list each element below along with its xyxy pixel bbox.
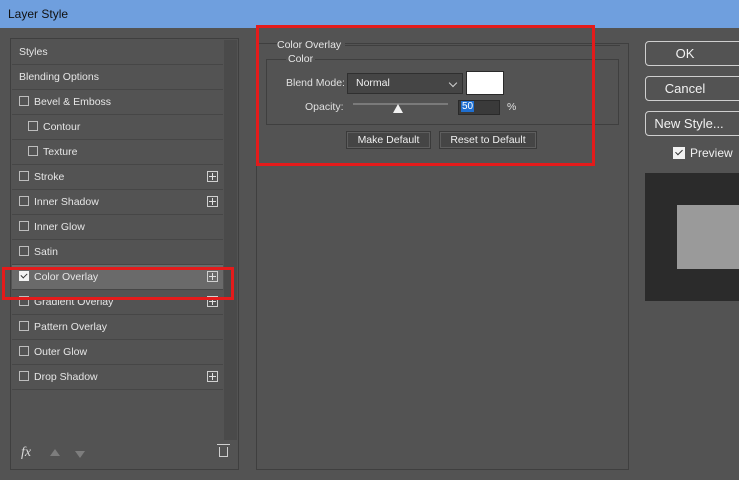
fx-icon[interactable]: fx [21,445,31,461]
style-item-bevel-emboss[interactable]: Bevel & Emboss [12,90,223,115]
style-item-outer-glow[interactable]: Outer Glow [12,340,223,365]
style-item-checkbox[interactable] [19,321,29,332]
opacity-slider-thumb[interactable] [392,104,403,113]
style-item-pattern-overlay[interactable]: Pattern Overlay [12,315,223,340]
style-item-label: Blending Options [19,71,99,83]
style-item-label: Contour [43,121,81,133]
opacity-input[interactable]: 50 [458,100,500,115]
overlay-color-swatch[interactable] [466,71,504,95]
blend-mode-select[interactable]: Normal [347,73,463,94]
preview-label: Preview [690,146,733,160]
style-item-label: Inner Shadow [34,196,99,208]
styles-list-scrollbar[interactable] [224,40,237,440]
style-item-inner-glow[interactable]: Inner Glow [12,215,223,240]
style-item-label: Texture [43,146,78,158]
style-item-color-overlay[interactable]: Color Overlay [12,265,223,290]
opacity-value: 50 [461,101,475,112]
style-item-label: Stroke [34,171,65,183]
styles-list-panel: Styles Blending Options Bevel & Emboss Cont… [10,38,239,470]
add-effect-icon[interactable] [207,171,218,182]
styles-list-footer: fx [12,441,236,465]
style-item-checkbox[interactable] [19,371,29,382]
cancel-label: Cancel [664,81,706,96]
group-divider [340,45,620,46]
chevron-down-icon [448,78,458,88]
window-title: Layer Style [0,0,739,28]
blend-mode-label: Blend Mode: [286,77,345,89]
trash-icon[interactable] [217,444,230,457]
blend-mode-value: Normal [356,77,390,89]
move-up-icon[interactable] [50,449,60,456]
style-item-label: Outer Glow [34,346,88,358]
style-item-label: Bevel & Emboss [34,96,112,108]
style-item-label: Gradient Overlay [34,296,114,308]
style-item-label: Satin [34,246,58,258]
style-item-drop-shadow[interactable]: Drop Shadow [12,365,223,390]
style-item-checkbox[interactable] [19,271,29,282]
new-style-label: New Style... [654,116,724,131]
reset-to-default-button[interactable]: Reset to Default [439,131,537,149]
cancel-button[interactable]: Cancel [645,76,739,101]
style-item-checkbox[interactable] [19,221,29,232]
style-item-label: Pattern Overlay [34,321,107,333]
opacity-label: Opacity: [305,101,344,113]
style-item-label: Color Overlay [34,271,99,283]
style-item-satin[interactable]: Satin [12,240,223,265]
style-item-gradient-overlay[interactable]: Gradient Overlay [12,290,223,315]
add-effect-icon[interactable] [207,296,218,307]
style-item-stroke[interactable]: Stroke [12,165,223,190]
style-item-label: Inner Glow [34,221,85,233]
add-effect-icon[interactable] [207,371,218,382]
color-overlay-group-title: Color Overlay [277,39,346,51]
style-item-checkbox[interactable] [19,171,29,182]
style-item-label: Drop Shadow [34,371,98,383]
color-subgroup-title: Color [286,53,316,65]
style-item-styles[interactable]: Styles [12,40,223,65]
add-effect-icon[interactable] [207,271,218,282]
style-item-blending-options[interactable]: Blending Options [12,65,223,90]
style-item-checkbox[interactable] [19,246,29,257]
style-item-contour[interactable]: Contour [12,115,223,140]
styles-list: Styles Blending Options Bevel & Emboss Cont… [12,40,223,390]
add-effect-icon[interactable] [207,196,218,207]
style-item-checkbox[interactable] [19,346,29,357]
style-item-texture[interactable]: Texture [12,140,223,165]
ok-button[interactable]: OK [645,41,739,66]
style-item-inner-shadow[interactable]: Inner Shadow [12,190,223,215]
make-default-button[interactable]: Make Default [346,131,431,149]
style-item-checkbox[interactable] [19,296,29,307]
style-item-checkbox[interactable] [28,121,38,132]
ok-label: OK [675,46,695,61]
style-item-checkbox[interactable] [19,96,29,107]
new-style-button[interactable]: New Style... [645,111,739,136]
move-down-icon[interactable] [75,451,85,458]
opacity-unit: % [507,101,517,113]
preview-checkbox-row[interactable]: Preview [673,146,733,160]
style-item-label: Styles [19,46,48,58]
style-item-checkbox[interactable] [19,196,29,207]
style-item-checkbox[interactable] [28,146,38,157]
preview-swatch [677,205,739,269]
preview-checkbox[interactable] [673,146,685,159]
